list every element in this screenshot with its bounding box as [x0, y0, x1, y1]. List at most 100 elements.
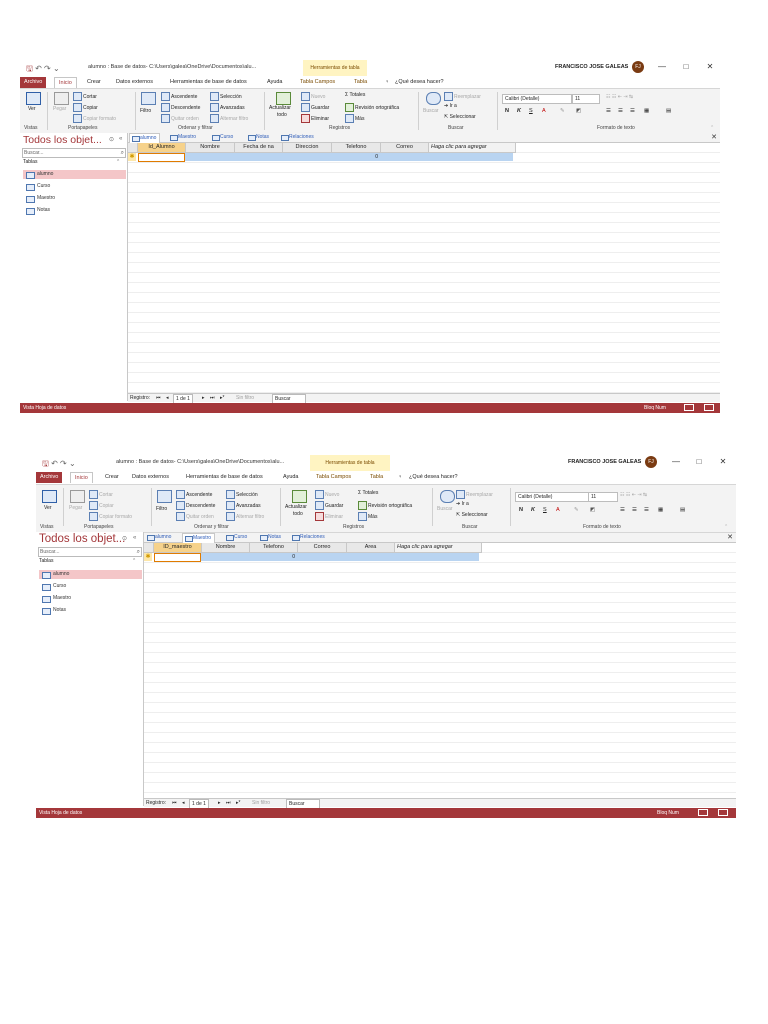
- column-header[interactable]: ID_maestro: [154, 543, 202, 553]
- tab-alumno[interactable]: alumno: [145, 533, 174, 542]
- more-button[interactable]: Más: [345, 114, 364, 123]
- restore-icon[interactable]: □: [680, 62, 692, 71]
- align-center-icon[interactable]: ☰: [632, 507, 637, 513]
- font-size-select[interactable]: 11: [572, 94, 600, 104]
- paste-button[interactable]: Pegar: [53, 106, 66, 112]
- next-record-icon[interactable]: ▸: [202, 394, 205, 402]
- tab-curso[interactable]: Curso: [224, 533, 250, 542]
- tab-ayuda[interactable]: Ayuda: [283, 474, 299, 480]
- sort-ascending-button[interactable]: Ascendente: [176, 490, 212, 499]
- redo-icon[interactable]: ↷: [60, 459, 67, 468]
- paste-icon[interactable]: [70, 490, 85, 503]
- minimize-icon[interactable]: —: [670, 457, 682, 466]
- datasheet-grid[interactable]: Id_Alumno Nombre Fecha de na Direccion T…: [128, 143, 720, 393]
- tab-archivo[interactable]: Archivo: [36, 472, 63, 483]
- highlight-button[interactable]: ✎: [574, 507, 579, 513]
- tab-curso[interactable]: Curso: [210, 133, 236, 142]
- refresh-all-sub[interactable]: todo: [277, 112, 287, 118]
- column-header[interactable]: Telefono: [332, 143, 381, 153]
- tab-notas[interactable]: Notas: [246, 133, 272, 142]
- save-record-button[interactable]: Guardar: [315, 501, 343, 510]
- nav-search-input[interactable]: Buscar... ⌕: [38, 547, 142, 557]
- column-header[interactable]: Id_Alumno: [138, 143, 186, 153]
- replace-button[interactable]: Reemplazar: [444, 92, 481, 101]
- spelling-button[interactable]: Revisión ortográfica: [358, 501, 412, 510]
- spelling-button[interactable]: Revisión ortográfica: [345, 103, 399, 112]
- refresh-all-sub[interactable]: todo: [293, 511, 303, 517]
- column-header[interactable]: Correo: [298, 543, 347, 553]
- close-icon[interactable]: ✕: [727, 533, 733, 541]
- cut-button[interactable]: Cortar: [89, 490, 113, 499]
- goto-button[interactable]: ➔ Ir a: [456, 501, 469, 507]
- tab-tabla[interactable]: Tabla: [370, 474, 383, 480]
- undo-icon[interactable]: ↶: [35, 64, 42, 73]
- font-size-select[interactable]: 11: [588, 492, 618, 502]
- toggle-filter-button[interactable]: Alternar filtro: [210, 114, 248, 123]
- chevron-up-icon[interactable]: ⌃: [116, 159, 120, 165]
- tab-herramientas-bd[interactable]: Herramientas de base de datos: [170, 79, 247, 85]
- collapse-nav-icon[interactable]: «: [119, 136, 122, 142]
- column-header[interactable]: Nombre: [186, 143, 235, 153]
- nav-item-alumno[interactable]: alumno: [23, 170, 126, 179]
- list-bullets-icon[interactable]: ☷ ☷ ⇤ ⇥ ↹: [620, 492, 647, 498]
- refresh-all-button[interactable]: Actualizar: [285, 504, 307, 510]
- gridlines-icon[interactable]: ▦: [644, 108, 649, 114]
- tab-datos-externos[interactable]: Datos externos: [116, 79, 153, 85]
- copy-button[interactable]: Copiar: [89, 501, 114, 510]
- datasheet-grid[interactable]: ID_maestro Nombre Telefono Correo Area H…: [144, 543, 736, 798]
- new-record-selector[interactable]: ✱: [128, 153, 136, 161]
- underline-button[interactable]: S: [543, 507, 547, 513]
- active-cell[interactable]: [138, 153, 185, 162]
- more-button[interactable]: Más: [358, 512, 377, 521]
- undo-icon[interactable]: ↶: [51, 459, 58, 468]
- minimize-icon[interactable]: —: [656, 62, 668, 71]
- tab-archivo[interactable]: Archivo: [20, 77, 47, 88]
- filter-icon[interactable]: [141, 92, 156, 105]
- user-name[interactable]: FRANCISCO JOSE GALEAS: [568, 459, 641, 465]
- totals-button[interactable]: Σ Totales: [358, 490, 378, 496]
- advanced-button[interactable]: Avanzadas: [210, 103, 245, 112]
- advanced-button[interactable]: Avanzadas: [226, 501, 261, 510]
- customize-qat-icon[interactable]: ⌄: [69, 459, 76, 468]
- save-record-button[interactable]: Guardar: [301, 103, 329, 112]
- align-center-icon[interactable]: ☰: [618, 108, 623, 114]
- add-column-header[interactable]: Haga clic para agregar: [395, 543, 482, 553]
- tab-tabla[interactable]: Tabla: [354, 79, 367, 85]
- italic-button[interactable]: K: [531, 507, 535, 513]
- view-button[interactable]: Ver: [44, 505, 52, 511]
- column-header[interactable]: Correo: [381, 143, 429, 153]
- font-color-button[interactable]: A: [556, 507, 560, 513]
- collapse-ribbon-icon[interactable]: ⌃: [710, 125, 714, 131]
- table-row[interactable]: [138, 153, 513, 161]
- format-painter-button[interactable]: Copiar formato: [89, 512, 132, 521]
- italic-button[interactable]: K: [517, 108, 521, 114]
- find-icon[interactable]: [426, 92, 441, 105]
- first-record-icon[interactable]: ⏮: [172, 799, 177, 807]
- next-record-icon[interactable]: ▸: [218, 799, 221, 807]
- prev-record-icon[interactable]: ◂: [182, 799, 185, 807]
- align-right-icon[interactable]: ☰: [644, 507, 649, 513]
- redo-icon[interactable]: ↷: [44, 64, 51, 73]
- nav-item-maestro[interactable]: Maestro: [23, 194, 126, 203]
- cut-button[interactable]: Cortar: [73, 92, 97, 101]
- tab-maestro[interactable]: Maestro: [168, 133, 199, 142]
- last-record-icon[interactable]: ⏭: [210, 394, 215, 402]
- nav-options-icon[interactable]: ⊙: [109, 136, 114, 143]
- column-header[interactable]: Nombre: [202, 543, 250, 553]
- no-filter-button[interactable]: Sin filtro: [252, 799, 270, 807]
- find-icon[interactable]: [440, 490, 455, 503]
- tab-notas[interactable]: Notas: [258, 533, 284, 542]
- nav-pane-title[interactable]: Todos los objet...: [39, 533, 125, 545]
- nav-section-tablas[interactable]: Tablas: [39, 558, 53, 564]
- tell-me-box[interactable]: ¿Qué desea hacer?: [409, 474, 458, 480]
- save-icon[interactable]: 🖫: [42, 459, 49, 468]
- avatar[interactable]: FJ: [645, 456, 657, 468]
- user-name[interactable]: FRANCISCO JOSE GALEAS: [555, 64, 628, 70]
- active-cell[interactable]: [154, 553, 201, 562]
- sort-descending-button[interactable]: Descendente: [176, 501, 215, 510]
- bold-button[interactable]: N: [519, 507, 523, 513]
- font-name-select[interactable]: Calibri (Detalle): [515, 492, 589, 502]
- nav-item-maestro[interactable]: Maestro: [39, 594, 142, 603]
- datasheet-view-icon[interactable]: [698, 809, 708, 816]
- tell-me-box[interactable]: ¿Qué desea hacer?: [395, 79, 444, 85]
